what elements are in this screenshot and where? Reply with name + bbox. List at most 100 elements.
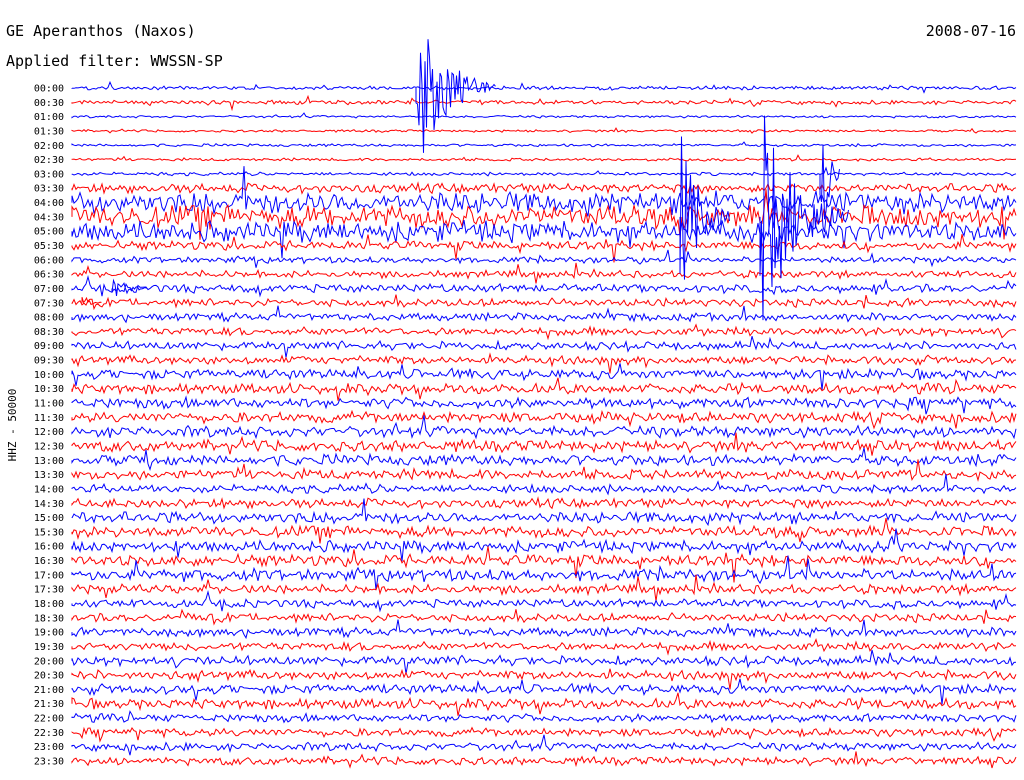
time-label: 20:30	[34, 671, 64, 682]
trace-row	[71, 589, 1017, 613]
time-label: 22:30	[34, 728, 64, 739]
event-burst	[111, 278, 147, 296]
time-label: 05:30	[34, 241, 64, 252]
time-label: 05:00	[34, 227, 64, 238]
time-label: 12:30	[34, 442, 64, 453]
time-label: 03:30	[34, 184, 64, 195]
time-label: 09:30	[34, 356, 64, 367]
trace-row	[71, 234, 1017, 263]
time-label: 08:30	[34, 327, 64, 338]
trace-row	[71, 734, 1017, 756]
time-labels: 00:00 00:30 01:00 01:30 02:00 02:30 03:00 03:30…	[34, 84, 64, 768]
trace-row	[71, 305, 1017, 324]
time-label: 16:00	[34, 542, 64, 553]
time-label: 02:30	[34, 155, 64, 166]
trace-row	[71, 94, 1017, 112]
trace-row	[71, 294, 1017, 311]
trace-row	[71, 678, 1017, 705]
time-label: 18:00	[34, 599, 64, 610]
time-label: 00:30	[34, 98, 64, 109]
trace-row	[71, 668, 1017, 690]
trace-row	[71, 409, 1017, 430]
event-burst	[415, 39, 496, 153]
chart-subtitle: Applied filter: WWSSN-SP	[6, 52, 223, 70]
time-label: 06:00	[34, 255, 64, 266]
time-label: 22:00	[34, 714, 64, 725]
time-label: 09:00	[34, 341, 64, 352]
trace-row	[71, 377, 1017, 401]
trace-row	[71, 127, 1017, 134]
time-label: 13:30	[34, 470, 64, 481]
time-label: 07:30	[34, 298, 64, 309]
trace-row	[71, 141, 1017, 148]
event-marks	[81, 39, 849, 321]
chart-title: GE Aperanthos (Naxos)	[6, 22, 196, 40]
trace-lines	[71, 80, 1017, 769]
time-label: 16:30	[34, 556, 64, 567]
trace-row	[71, 112, 1017, 119]
trace-row	[71, 189, 1017, 240]
time-label: 23:30	[34, 757, 64, 768]
time-label: 15:30	[34, 527, 64, 538]
trace-row	[71, 166, 1017, 177]
time-label: 15:00	[34, 513, 64, 524]
trace-row	[71, 649, 1017, 674]
time-label: 04:00	[34, 198, 64, 209]
trace-row	[71, 323, 1017, 341]
trace-row	[71, 692, 1017, 716]
time-label: 23:00	[34, 742, 64, 753]
time-label: 00:00	[34, 84, 64, 95]
time-label: 06:30	[34, 270, 64, 281]
time-label: 18:30	[34, 613, 64, 624]
trace-row	[71, 249, 1017, 268]
trace-row	[71, 496, 1017, 510]
trace-row	[71, 181, 1017, 195]
trace-row	[71, 751, 1017, 769]
event-burst	[81, 296, 102, 306]
time-label: 21:30	[34, 699, 64, 710]
trace-row	[71, 80, 1017, 94]
time-label: 19:00	[34, 628, 64, 639]
time-label: 13:00	[34, 456, 64, 467]
trace-row	[71, 432, 1017, 456]
trace-row	[71, 154, 1017, 162]
helicorder-plot: GE Aperanthos (Naxos) Applied filter: WW…	[6, 22, 1017, 769]
trace-row	[71, 352, 1017, 374]
time-label: 14:00	[34, 484, 64, 495]
time-label: 21:00	[34, 685, 64, 696]
trace-row	[71, 638, 1017, 656]
time-label: 12:00	[34, 427, 64, 438]
trace-row	[71, 363, 1017, 391]
event-burst	[679, 136, 730, 280]
time-label: 11:00	[34, 399, 64, 410]
trace-row	[71, 498, 1017, 527]
time-label: 04:30	[34, 212, 64, 223]
time-label: 08:00	[34, 313, 64, 324]
time-label: 01:00	[34, 112, 64, 123]
trace-row	[71, 459, 1017, 482]
time-label: 03:00	[34, 169, 64, 180]
trace-row	[71, 395, 1017, 415]
trace-row	[71, 262, 1017, 284]
time-label: 19:30	[34, 642, 64, 653]
helicorder-chart: GE Aperanthos (Naxos) Applied filter: WW…	[0, 0, 1024, 780]
trace-row	[71, 473, 1017, 496]
time-label: 07:00	[34, 284, 64, 295]
time-label: 10:30	[34, 384, 64, 395]
trace-row	[71, 608, 1017, 626]
trace-row	[71, 710, 1017, 724]
time-label: 17:30	[34, 585, 64, 596]
y-axis-label: HHZ - 50000	[6, 389, 19, 462]
trace-row	[71, 528, 1017, 562]
time-label: 10:00	[34, 370, 64, 381]
trace-row	[71, 726, 1017, 743]
time-label: 02:00	[34, 141, 64, 152]
event-burst	[819, 144, 840, 220]
chart-date: 2008-07-16	[926, 22, 1016, 40]
time-label: 20:00	[34, 656, 64, 667]
trace-row	[71, 274, 1017, 298]
time-label: 17:00	[34, 570, 64, 581]
time-label: 01:30	[34, 127, 64, 138]
time-label: 14:30	[34, 499, 64, 510]
time-label: 11:30	[34, 413, 64, 424]
